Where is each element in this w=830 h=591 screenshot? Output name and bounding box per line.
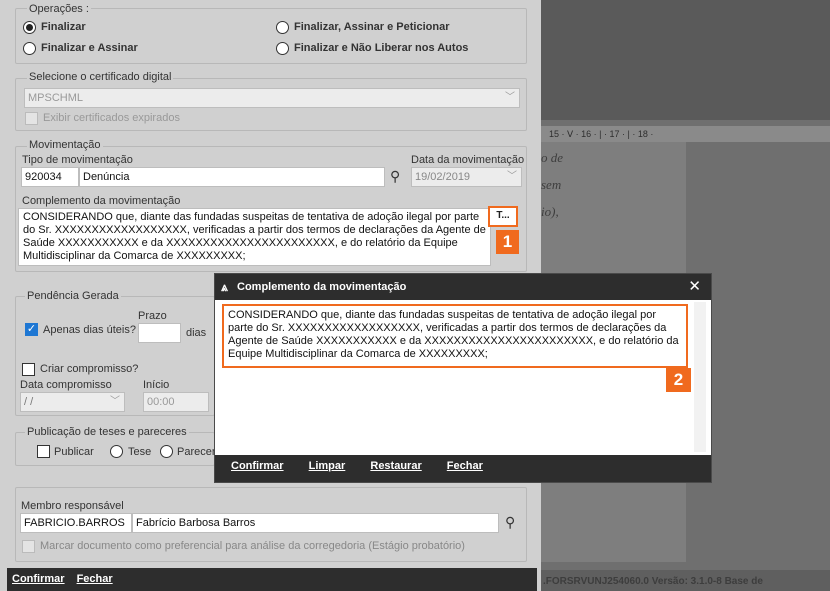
confirmar-button[interactable]: Confirmar [12,573,65,585]
close-icon[interactable]: ✕ [688,274,701,300]
app-logo-icon: ⩓ [221,280,228,294]
prazo-field[interactable] [138,323,181,343]
operacoes-title: Operações : [27,3,91,15]
parecer-label: Parecer [177,446,214,458]
background-ruler: 15 · ꓦ · 16 · | · 17 · | · 18 · [541,126,830,142]
tese-label: Tese [128,446,152,458]
popup-limpar-button[interactable]: Limpar [309,460,346,472]
membro-nome-field[interactable]: Fabrício Barbosa Barros [132,513,499,533]
tipo-nome-field[interactable]: Denúncia [79,167,385,187]
inicio-label: Início [143,379,170,391]
complemento-label: Complemento da movimentação [22,195,181,207]
data-compromisso-field[interactable]: / / ﹀ [20,392,125,412]
parecer-radio[interactable] [160,445,173,458]
complemento-popup: ⩓ Complemento da movimentação ✕ CONSIDER… [214,273,712,483]
dialog-footer: Confirmar Fechar [7,568,537,591]
publicar-label: Publicar [54,446,94,458]
background-text-line: o de [541,150,564,165]
step-badge-1: 1 [496,230,519,254]
criar-compromisso-label: Criar compromisso? [40,363,139,375]
tese-radio[interactable] [110,445,123,458]
complemento-field[interactable]: CONSIDERANDO que, diante das fundadas su… [18,208,491,266]
data-compromisso-value: / / [24,396,34,408]
membro-login-field[interactable]: FABRICIO.BARROS [20,513,132,533]
popup-fechar-button[interactable]: Fechar [447,460,483,472]
background-status-bar: .FORSRVUNJ254060.0 Versão: 3.1.0-8 Base … [541,570,830,591]
popup-scrollbar[interactable] [694,302,706,452]
tipo-movimentacao-label: Tipo de movimentação [22,154,133,166]
background-text-line: sem [541,177,562,192]
chevron-down-icon: ﹀ [507,171,517,182]
finalizar-assinar-label[interactable]: Finalizar e Assinar [41,42,138,54]
popup-title: Complemento da movimentação [237,281,407,293]
popup-confirmar-button[interactable]: Confirmar [231,460,284,472]
dias-label: dias [186,327,207,339]
membro-title: Membro responsável [21,500,124,512]
popup-footer: Confirmar Limpar Restaurar Fechar [215,455,711,482]
search-icon[interactable]: ⚲ [505,514,515,531]
certificado-value: MPSCHML [28,92,84,104]
finalizar-assinar-peticionar-label[interactable]: Finalizar, Assinar e Peticionar [294,21,450,33]
search-icon[interactable]: ⚲ [390,168,400,185]
finalizar-assinar-radio[interactable] [23,42,36,55]
data-movimentacao-label: Data da movimentação [411,154,525,166]
finalizar-radio[interactable] [23,21,36,34]
movimentacao-title: Movimentação [27,139,103,151]
background-ribbon [541,0,830,120]
finalizar-nao-liberar-radio[interactable] [276,42,289,55]
popup-restaurar-button[interactable]: Restaurar [370,460,421,472]
popup-textarea[interactable]: CONSIDERANDO que, diante das fundadas su… [222,304,688,368]
tipo-codigo-field[interactable]: 920034 [21,167,79,187]
publicar-checkbox[interactable] [37,445,50,458]
apenas-uteis-checkbox[interactable]: ✓ [25,323,38,336]
inicio-field[interactable]: 00:00 [143,392,209,412]
prazo-label: Prazo [138,310,167,322]
popup-title-bar: ⩓ Complemento da movimentação ✕ [215,274,711,300]
marcar-preferencial-checkbox[interactable] [22,540,35,553]
marcar-preferencial-label: Marcar documento como preferencial para … [40,540,465,552]
expirados-label: Exibir certificados expirados [43,112,180,124]
expand-text-button[interactable]: T... [488,206,518,227]
finalizar-label[interactable]: Finalizar [41,21,86,33]
criar-compromisso-checkbox[interactable] [22,363,35,376]
data-movimentacao-field[interactable]: 19/02/2019 ﹀ [411,167,522,187]
chevron-down-icon: ﹀ [505,92,515,103]
finalizar-assinar-peticionar-radio[interactable] [276,21,289,34]
apenas-uteis-label: Apenas dias úteis? [43,324,136,336]
pendencia-title: Pendência Gerada [25,290,121,302]
popup-text-area[interactable]: CONSIDERANDO que, diante das fundadas su… [219,302,709,452]
data-movimentacao-value: 19/02/2019 [415,171,471,183]
step-badge-2: 2 [666,368,691,392]
certificado-title: Selecione o certificado digital [27,71,174,83]
background-text-line: io), [541,204,559,219]
certificado-select[interactable]: MPSCHML ﹀ [24,88,520,108]
finalizar-nao-liberar-label[interactable]: Finalizar e Não Liberar nos Autos [294,42,468,54]
fechar-button[interactable]: Fechar [77,573,113,585]
publicacao-title: Publicação de teses e pareceres [25,426,189,438]
data-compromisso-label: Data compromisso [20,379,112,391]
expirados-checkbox[interactable] [25,112,38,125]
operacoes-group [15,8,527,64]
chevron-down-icon: ﹀ [110,396,120,407]
